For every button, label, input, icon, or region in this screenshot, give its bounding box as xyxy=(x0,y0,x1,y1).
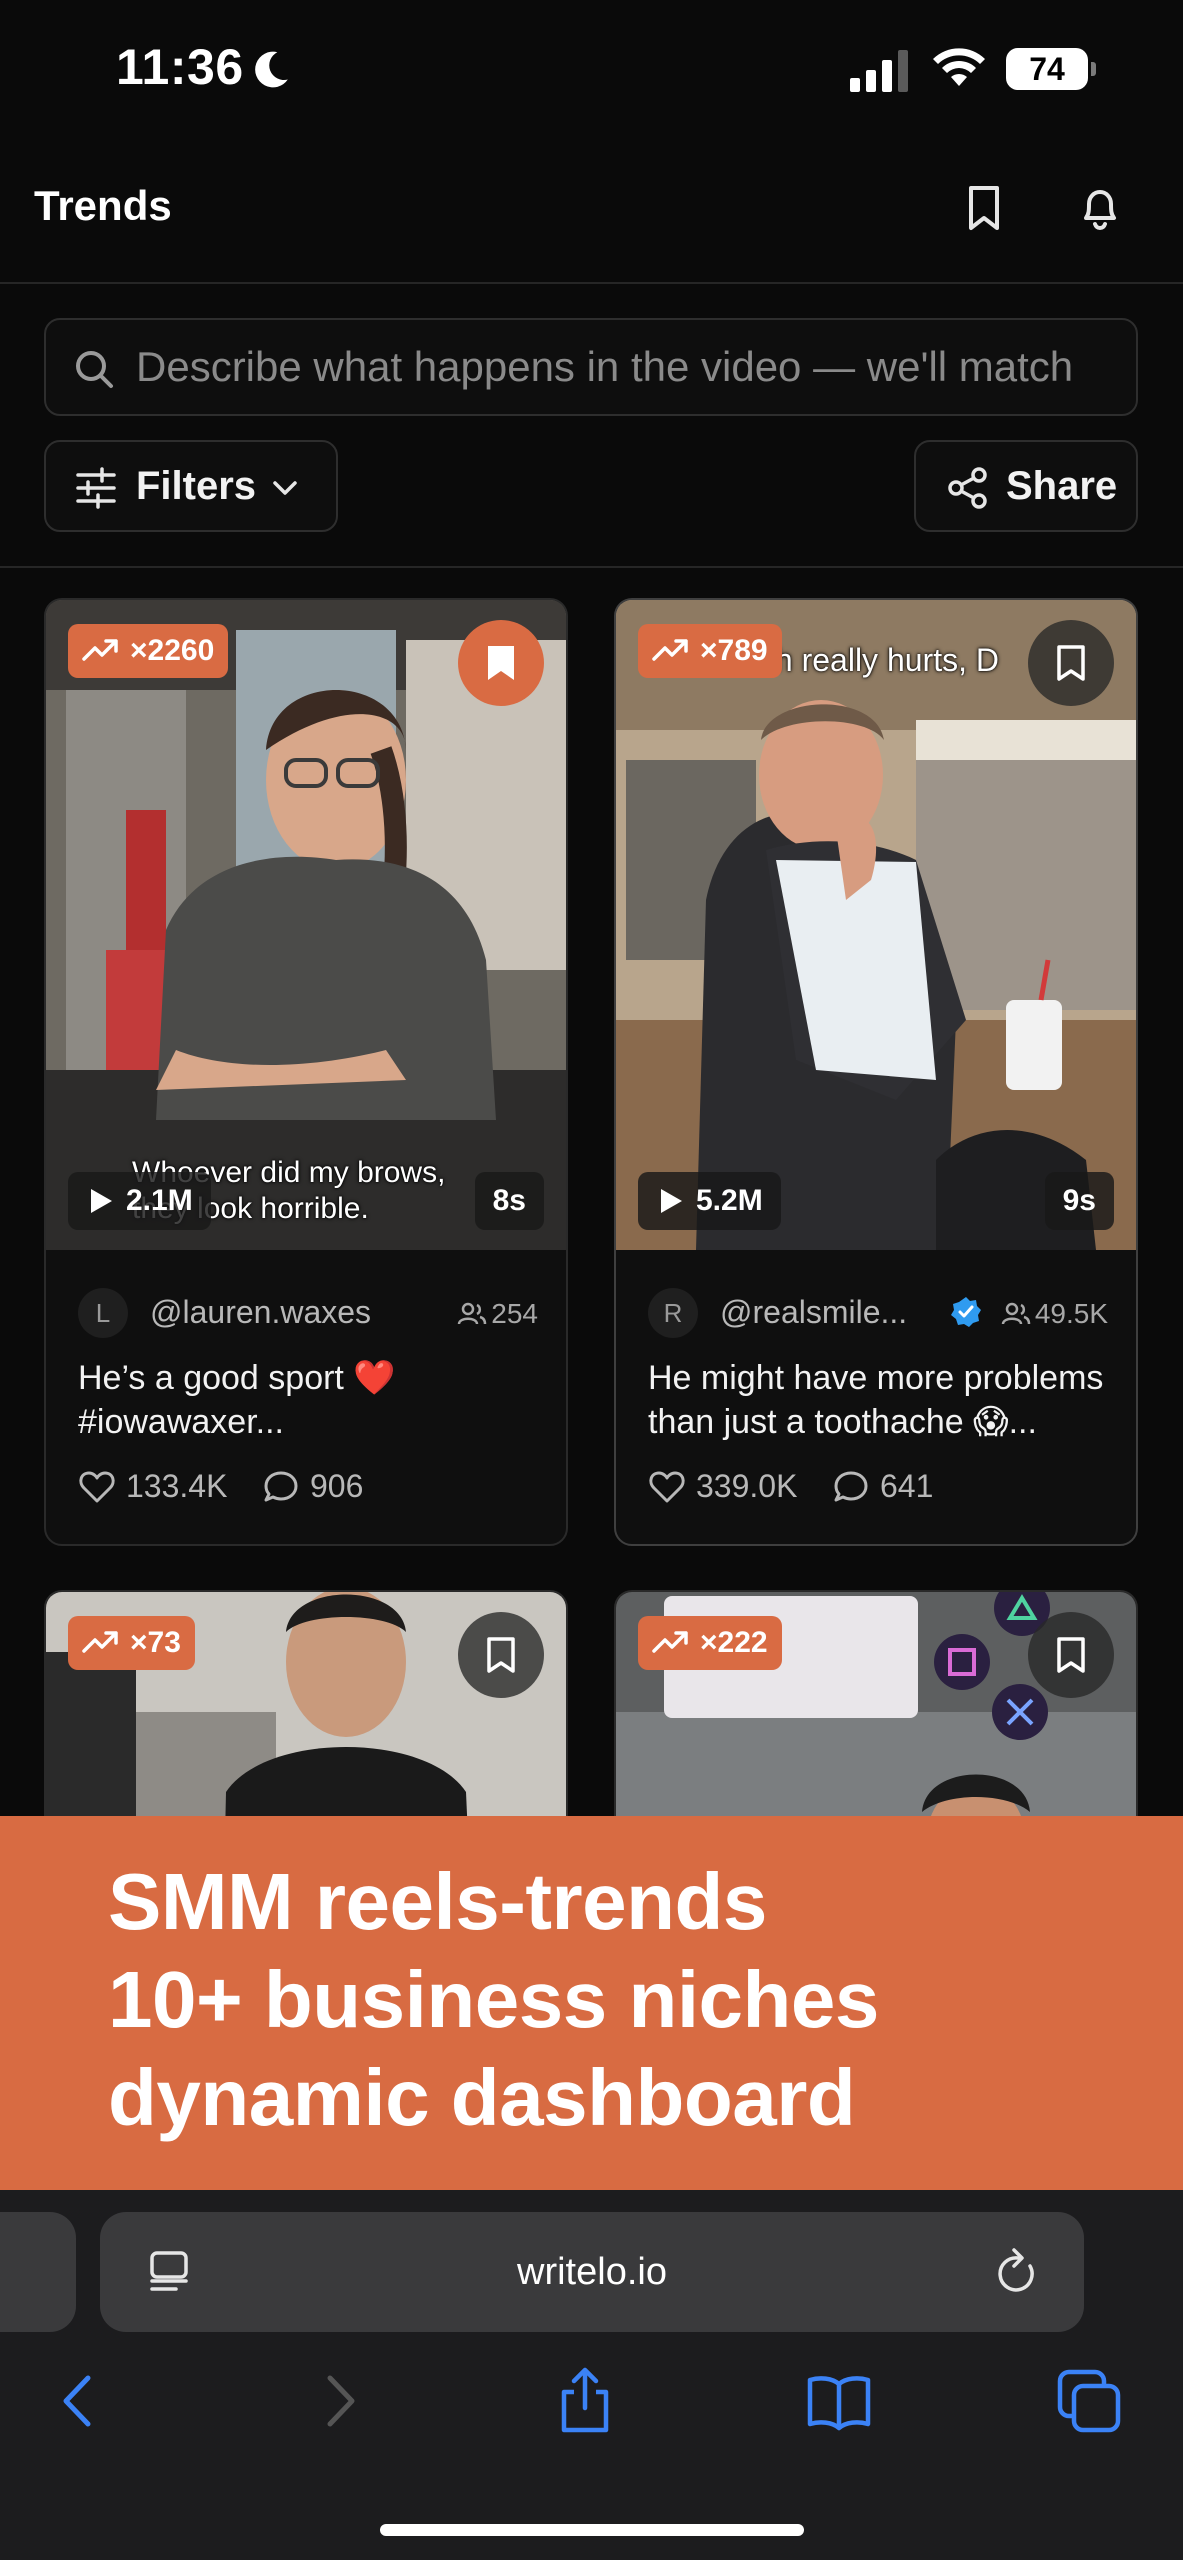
avatar: R xyxy=(648,1288,698,1338)
comment-icon xyxy=(834,1471,868,1502)
trend-badge: ×73 xyxy=(68,1616,195,1670)
author-handle[interactable]: @lauren.waxes xyxy=(150,1294,371,1331)
browser-chrome: writelo.io xyxy=(0,2190,1183,2560)
battery-icon: 74 xyxy=(1006,48,1096,92)
promo-line-1: SMM reels-trends xyxy=(108,1857,767,1946)
save-button[interactable] xyxy=(1028,1612,1114,1698)
play-icon xyxy=(91,1189,112,1213)
trend-badge: ×222 xyxy=(638,1616,782,1670)
share-icon xyxy=(948,467,987,509)
share-label: Share xyxy=(1006,464,1118,508)
video-card[interactable]: ×2260 Whoever did my brows, they look ho… xyxy=(44,598,568,1546)
app-header: Trends xyxy=(0,160,1183,284)
author-handle[interactable]: @realsmile... xyxy=(720,1294,907,1331)
book-icon[interactable] xyxy=(804,2366,874,2436)
wifi-icon xyxy=(933,48,985,86)
users-icon xyxy=(458,1302,487,1325)
comment-icon xyxy=(264,1471,298,1502)
bookmark-icon xyxy=(1057,645,1085,681)
followers-count: 254 xyxy=(457,1298,538,1330)
views-badge: 5.2M xyxy=(638,1172,781,1230)
likes-stat: 339.0K xyxy=(648,1468,797,1505)
duration-badge: 8s xyxy=(474,1172,544,1230)
tabs-icon[interactable] xyxy=(1054,2366,1124,2436)
trend-value: ×73 xyxy=(130,1626,181,1659)
trending-up-icon xyxy=(652,1631,688,1653)
forward-icon[interactable] xyxy=(304,2366,374,2436)
views-badge: 2.1M xyxy=(68,1172,211,1230)
save-button[interactable] xyxy=(458,1612,544,1698)
verified-badge-icon xyxy=(951,1297,981,1327)
heart-icon xyxy=(79,1471,115,1503)
trend-value: ×2260 xyxy=(130,634,215,667)
home-indicator[interactable] xyxy=(380,2524,804,2536)
filters-label: Filters xyxy=(136,464,257,508)
views-count: 2.1M xyxy=(126,1184,193,1217)
duration-badge: 9s xyxy=(1044,1172,1114,1230)
video-thumbnail[interactable]: ×2260 Whoever did my brows, they look ho… xyxy=(46,600,566,1250)
trend-badge: ×2260 xyxy=(68,624,229,678)
sliders-icon xyxy=(76,467,116,509)
search-input[interactable] xyxy=(136,320,1136,414)
followers-count: 49.5K xyxy=(1001,1298,1108,1330)
video-description: He might have more problems than just a … xyxy=(648,1359,1104,1441)
heart-icon xyxy=(649,1471,685,1503)
video-caption-overlay: th really hurts, D xyxy=(766,642,999,678)
avatar: L xyxy=(78,1288,128,1338)
bookmark-icon xyxy=(1057,1637,1085,1673)
chevron-down-icon xyxy=(273,481,297,495)
bookmark-filled-icon xyxy=(488,646,514,680)
url-text: writelo.io xyxy=(517,2251,667,2293)
address-bar[interactable]: writelo.io xyxy=(100,2212,1084,2332)
signal-icon xyxy=(850,50,908,92)
battery-level: 74 xyxy=(1029,51,1065,87)
status-bar: 11:36 74 xyxy=(0,0,1183,140)
author-row: R @realsmile... 49.5K xyxy=(648,1284,1108,1340)
video-description: He’s a good sport ❤️ #iowawaxer... xyxy=(78,1359,396,1441)
previous-tab[interactable] xyxy=(0,2212,76,2332)
trending-up-icon xyxy=(82,1631,118,1653)
trending-up-icon xyxy=(82,639,118,661)
promo-banner: SMM reels-trends 10+ business niches dyn… xyxy=(0,1816,1183,2190)
video-card[interactable]: th really hurts, D ×789 5.2M 9s R @reals… xyxy=(614,598,1138,1546)
bookmark-icon xyxy=(487,1637,515,1673)
back-icon[interactable] xyxy=(44,2366,114,2436)
share-button[interactable]: Share xyxy=(914,440,1138,532)
likes-stat: 133.4K xyxy=(78,1468,227,1505)
divider xyxy=(0,566,1183,568)
comments-stat: 906 xyxy=(262,1468,363,1505)
status-time: 11:36 xyxy=(116,39,244,95)
save-button[interactable] xyxy=(458,620,544,706)
video-thumbnail[interactable]: th really hurts, D ×789 5.2M 9s xyxy=(616,600,1136,1250)
trend-badge: ×789 xyxy=(638,624,782,678)
bell-icon[interactable] xyxy=(1070,178,1130,238)
share-up-icon[interactable] xyxy=(550,2366,620,2436)
comments-stat: 641 xyxy=(832,1468,933,1505)
trend-value: ×222 xyxy=(700,1626,768,1659)
search-box[interactable] xyxy=(44,318,1138,416)
filters-button[interactable]: Filters xyxy=(44,440,338,532)
play-icon xyxy=(661,1189,682,1213)
users-icon xyxy=(1001,1302,1031,1325)
search-icon xyxy=(76,351,113,388)
views-count: 5.2M xyxy=(696,1184,763,1217)
reload-icon[interactable] xyxy=(992,2246,1042,2298)
author-row: L @lauren.waxes 254 xyxy=(78,1284,538,1340)
trend-value: ×789 xyxy=(700,634,768,667)
page-title: Trends xyxy=(34,182,172,229)
moon-icon xyxy=(255,51,288,88)
promo-line-3: dynamic dashboard xyxy=(108,2053,856,2142)
promo-line-2: 10+ business niches xyxy=(108,1955,879,2044)
bookmark-icon[interactable] xyxy=(954,178,1014,238)
save-button[interactable] xyxy=(1028,620,1114,706)
trending-up-icon xyxy=(652,639,688,661)
